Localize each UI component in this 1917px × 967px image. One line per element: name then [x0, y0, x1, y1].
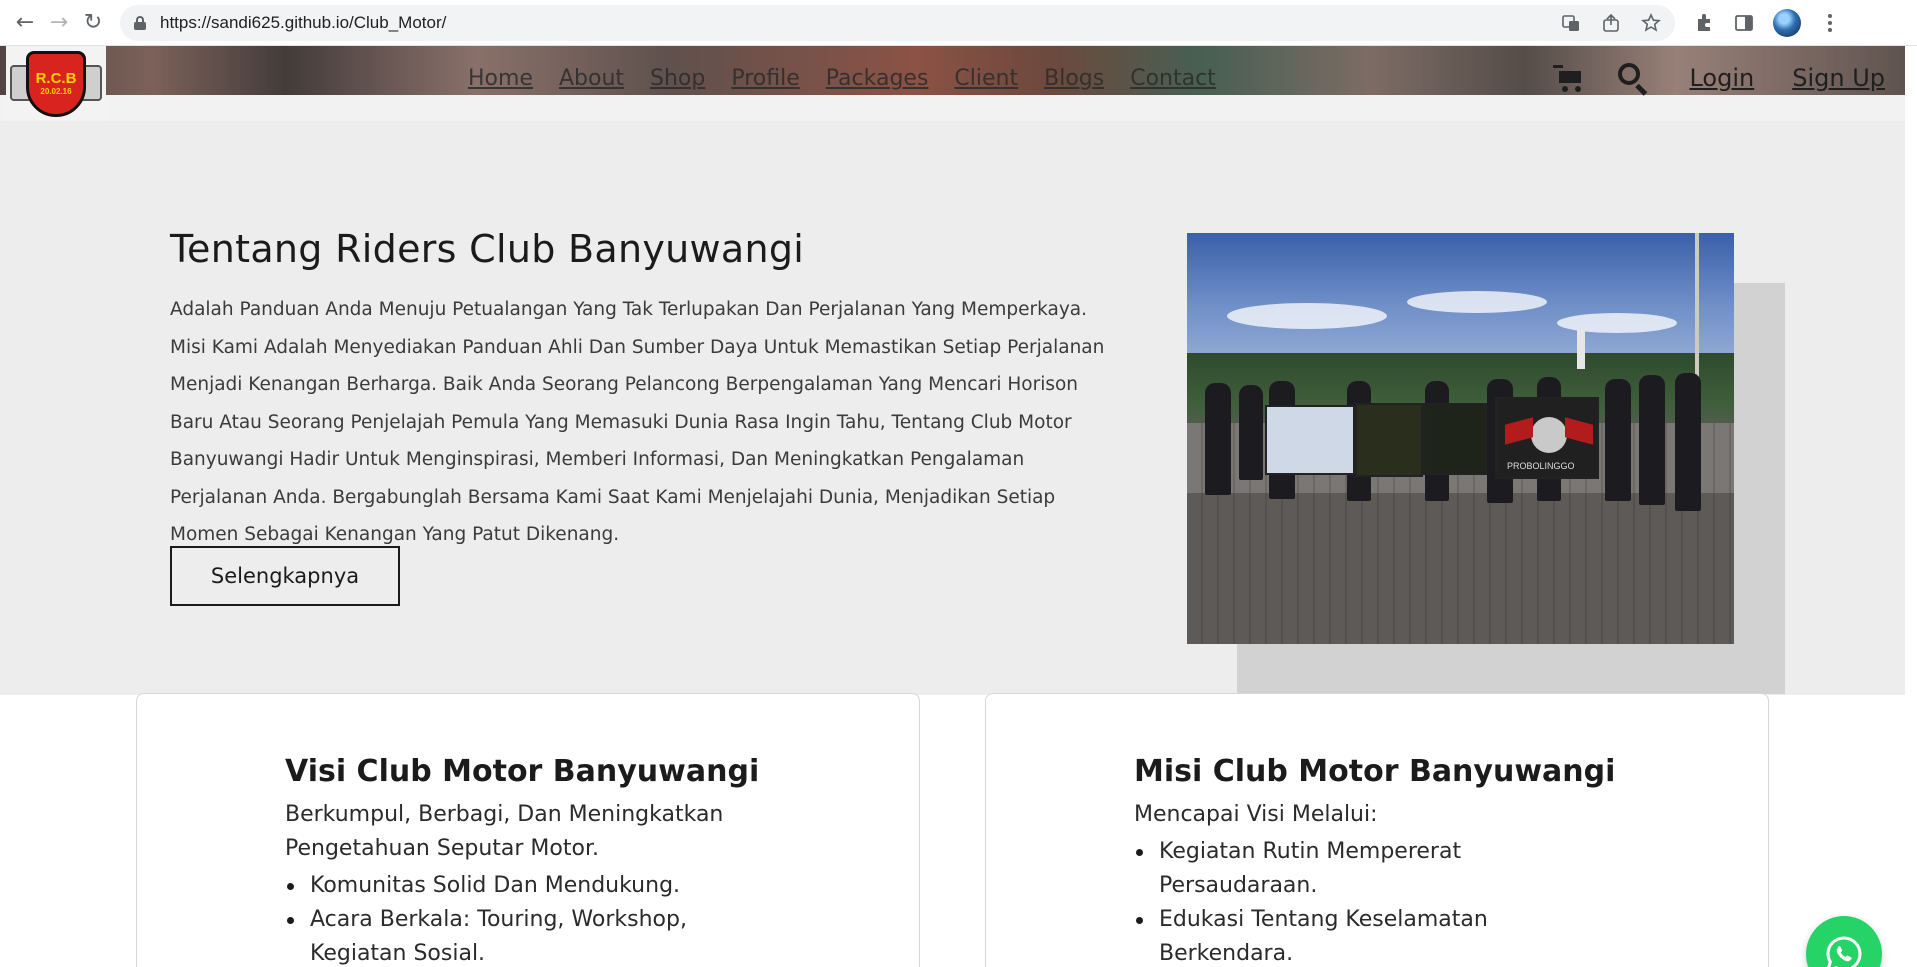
login-link[interactable]: Login [1689, 64, 1754, 92]
nav-shop[interactable]: Shop [650, 66, 705, 91]
signup-link[interactable]: Sign Up [1792, 64, 1885, 92]
banner-club-1 [1265, 405, 1355, 475]
visi-title: Visi Club Motor Banyuwangi [285, 754, 760, 789]
about-title: Tentang Riders Club Banyuwangi [170, 227, 805, 271]
site-logo[interactable]: R.C.B 20.02.16 [6, 46, 106, 124]
nav-about[interactable]: About [559, 66, 624, 91]
forward-icon[interactable]: → [42, 6, 76, 40]
bookmark-star-icon[interactable] [1641, 12, 1661, 33]
nav-home[interactable]: Home [468, 66, 533, 91]
group-photo: PROBOLINGGO [1187, 233, 1734, 644]
header-bar [0, 95, 1905, 121]
nav-client[interactable]: Client [954, 66, 1018, 91]
back-icon[interactable]: ← [8, 6, 42, 40]
visi-list-item: Acara Berkala: Touring, Workshop, Kegiat… [285, 903, 765, 967]
misi-list-item: Kegiatan Rutin Mempererat Persaudaraan. [1134, 835, 1614, 903]
side-panel-icon[interactable] [1733, 12, 1755, 34]
misi-title: Misi Club Motor Banyuwangi [1134, 754, 1616, 789]
visi-list: Komunitas Solid Dan Mendukung. Acara Ber… [285, 869, 765, 967]
browser-toolbar: ← → ↻ https://sandi625.github.io/Club_Mo… [0, 0, 1917, 46]
nav-contact[interactable]: Contact [1130, 66, 1216, 91]
website: R.C.B 20.02.16 Home About Shop Profile P… [0, 46, 1905, 967]
logo-shield: R.C.B 20.02.16 [26, 51, 86, 117]
share-icon[interactable] [1601, 13, 1621, 33]
visi-subtitle: Berkumpul, Berbagi, Dan Meningkatkan Pen… [285, 802, 724, 861]
reload-icon[interactable]: ↻ [76, 6, 110, 40]
nav-profile[interactable]: Profile [731, 66, 799, 91]
nav-blogs[interactable]: Blogs [1044, 66, 1104, 91]
read-more-button[interactable]: Selengkapnya [170, 546, 400, 606]
logo-badge: R.C.B 20.02.16 [8, 47, 104, 123]
misi-card: Misi Club Motor Banyuwangi Mencapai Visi… [985, 693, 1769, 967]
cart-icon[interactable] [1553, 63, 1587, 93]
banner-club-3 [1423, 403, 1487, 475]
whatsapp-icon [1826, 936, 1862, 967]
more-menu-icon[interactable] [1819, 12, 1841, 34]
nav-packages[interactable]: Packages [826, 66, 929, 91]
logo-date: 20.02.16 [40, 87, 72, 96]
translate-icon[interactable] [1561, 13, 1581, 33]
visi-list-item: Komunitas Solid Dan Mendukung. [285, 869, 765, 903]
lock-icon[interactable] [134, 15, 146, 30]
url-text[interactable]: https://sandi625.github.io/Club_Motor/ [160, 13, 446, 33]
misi-list: Kegiatan Rutin Mempererat Persaudaraan. … [1134, 835, 1614, 967]
banner-club-2 [1355, 403, 1423, 477]
profile-avatar[interactable] [1773, 8, 1801, 37]
extensions-icon[interactable] [1693, 12, 1715, 34]
search-icon[interactable] [1617, 62, 1649, 96]
header-actions: Login Sign Up [1553, 62, 1885, 96]
about-description: Adalah Panduan Anda Menuju Petualangan Y… [170, 299, 1105, 545]
misi-list-item: Edukasi Tentang Keselamatan Berkendara. [1134, 903, 1614, 967]
whatsapp-button[interactable] [1806, 916, 1882, 967]
misi-subtitle: Mencapai Visi Melalui: [1134, 802, 1378, 827]
about-section: Tentang Riders Club Banyuwangi Adalah Pa… [0, 121, 1905, 695]
banner-hbcp-text: PROBOLINGGO [1507, 461, 1575, 471]
logo-text: R.C.B [35, 70, 77, 87]
address-bar[interactable]: https://sandi625.github.io/Club_Motor/ [120, 4, 1675, 41]
visi-card: Visi Club Motor Banyuwangi Berkumpul, Be… [136, 693, 920, 967]
banner-hbcp: PROBOLINGGO [1495, 397, 1599, 479]
main-nav: Home About Shop Profile Packages Client … [468, 66, 1242, 91]
